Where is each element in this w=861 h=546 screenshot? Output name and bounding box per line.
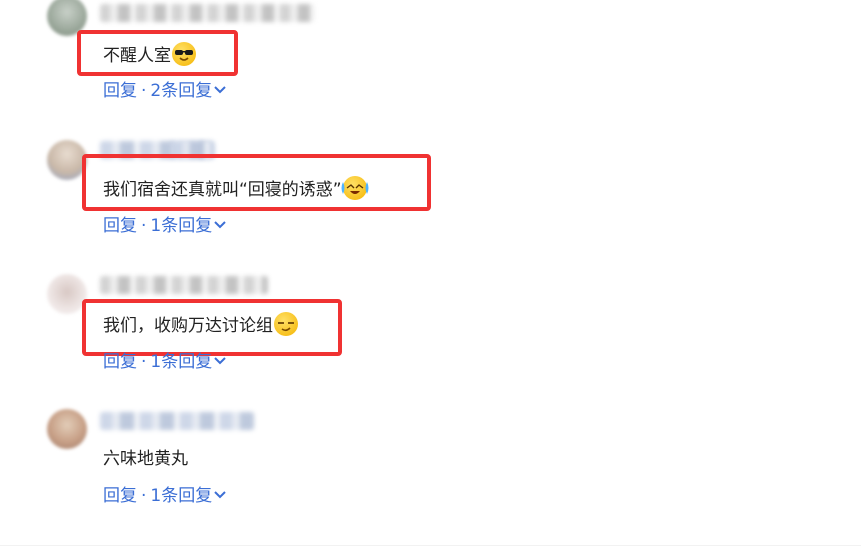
comment-text: 我们宿舍还真就叫“回寝的诱惑”: [103, 176, 369, 201]
crying-laugh-emoji-icon: [341, 176, 369, 200]
separator: ·: [141, 486, 147, 506]
comment-actions: 回复 · 2条回复: [103, 80, 227, 102]
view-replies-link[interactable]: 1条回复: [150, 216, 227, 236]
username-blurred[interactable]: [100, 412, 254, 430]
comment-text: 我们，收购万达讨论组: [103, 312, 298, 337]
separator: ·: [141, 81, 147, 101]
comment-actions: 回复 · 1条回复: [103, 351, 227, 373]
view-replies-link[interactable]: 1条回复: [150, 352, 227, 372]
chevron-down-icon: [214, 86, 226, 94]
sunglasses-emoji-icon: [172, 42, 196, 66]
avatar[interactable]: [47, 140, 87, 180]
smirk-emoji-icon: [274, 312, 298, 336]
replies-count-label: 1条回复: [150, 352, 213, 372]
comment-body: 六味地黄丸: [103, 449, 188, 469]
reply-button[interactable]: 回复: [103, 216, 137, 236]
replies-count-label: 2条回复: [150, 81, 213, 101]
comment-body: 我们，收购万达讨论组: [103, 316, 273, 336]
view-replies-link[interactable]: 1条回复: [150, 486, 227, 506]
chevron-down-icon: [214, 221, 226, 229]
comment-body: 我们宿舍还真就叫“回寝的诱惑”: [103, 180, 342, 200]
comment-actions: 回复 · 1条回复: [103, 215, 227, 237]
username-blurred[interactable]: [100, 4, 315, 22]
reply-button[interactable]: 回复: [103, 486, 137, 506]
reply-button[interactable]: 回复: [103, 81, 137, 101]
avatar[interactable]: [47, 274, 87, 314]
chevron-down-icon: [214, 491, 226, 499]
view-replies-link[interactable]: 2条回复: [150, 81, 227, 101]
reply-button[interactable]: 回复: [103, 352, 137, 372]
chevron-down-icon: [214, 357, 226, 365]
separator: ·: [141, 352, 147, 372]
username-blurred[interactable]: [100, 276, 268, 294]
comment-text: 六味地黄丸: [103, 448, 188, 470]
comment-text: 不醒人室: [103, 42, 196, 67]
replies-count-label: 1条回复: [150, 486, 213, 506]
comment-body: 不醒人室: [103, 46, 171, 66]
comment-actions: 回复 · 1条回复: [103, 485, 227, 507]
separator: ·: [141, 216, 147, 236]
avatar[interactable]: [47, 409, 87, 449]
replies-count-label: 1条回复: [150, 216, 213, 236]
